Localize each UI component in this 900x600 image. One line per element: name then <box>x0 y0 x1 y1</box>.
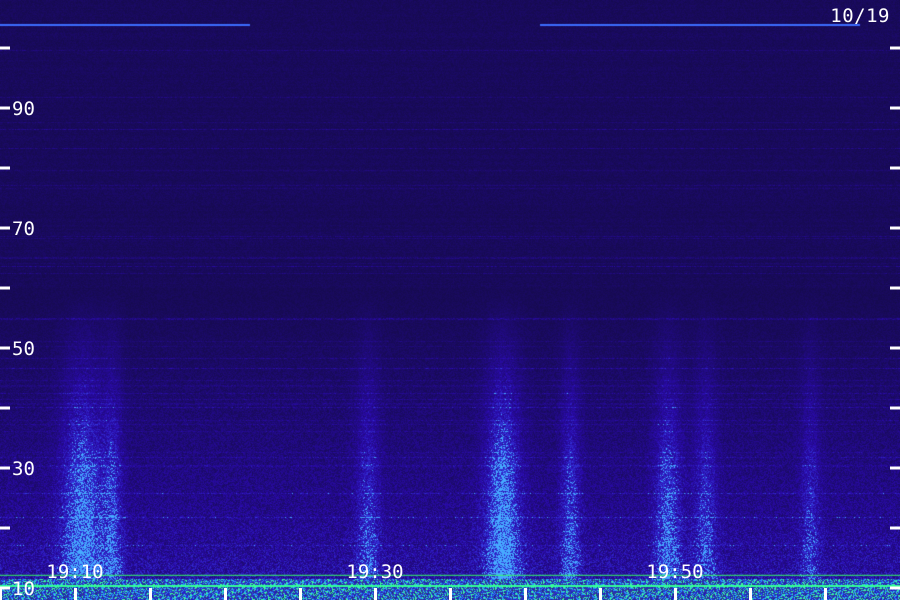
y-tick-label: 50 <box>12 338 35 360</box>
y-tick-right <box>890 586 900 590</box>
x-tick <box>524 588 527 600</box>
y-tick-left <box>0 466 10 470</box>
y-tick-right <box>890 226 900 230</box>
y-tick-right <box>890 166 900 170</box>
y-tick-left <box>0 166 10 170</box>
y-tick-right <box>890 346 900 350</box>
y-tick-left <box>0 106 10 110</box>
y-tick-label: 10 <box>12 578 35 600</box>
axes-overlay: 10 30 50 70 90 19:10 19:30 19:50 <box>0 46 900 600</box>
y-tick-right <box>890 286 900 290</box>
y-tick-left <box>0 46 10 50</box>
y-tick-left <box>0 526 10 530</box>
x-tick <box>749 588 752 600</box>
x-tick-label: 19:10 <box>46 561 103 583</box>
x-tick <box>449 588 452 600</box>
y-tick-right <box>890 526 900 530</box>
x-tick-label: 19:30 <box>346 561 403 583</box>
y-tick-left <box>0 226 10 230</box>
spectrogram-chart: 10 30 50 70 90 19:10 19:30 19:50 10/19 <box>0 0 900 600</box>
y-tick-right <box>890 106 900 110</box>
x-tick <box>674 588 677 600</box>
y-tick-right <box>890 46 900 50</box>
y-tick-right <box>890 466 900 470</box>
x-tick <box>149 588 152 600</box>
x-tick <box>74 588 77 600</box>
y-tick-left <box>0 406 10 410</box>
y-tick-label: 70 <box>12 218 35 240</box>
x-tick <box>374 588 377 600</box>
x-tick <box>599 588 602 600</box>
x-tick-label: 19:50 <box>646 561 703 583</box>
y-tick-label: 30 <box>12 458 35 480</box>
x-tick <box>824 588 827 600</box>
date-label: 10/19 <box>830 5 890 27</box>
y-tick-left <box>0 346 10 350</box>
y-tick-label: 90 <box>12 98 35 120</box>
x-tick <box>299 588 302 600</box>
y-tick-right <box>890 406 900 410</box>
x-tick <box>0 588 2 600</box>
x-tick <box>224 588 227 600</box>
y-tick-left <box>0 286 10 290</box>
